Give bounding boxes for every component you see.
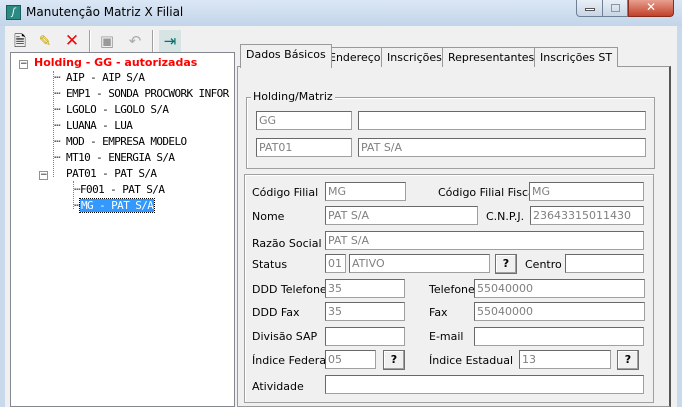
close-button[interactable]: ✕ (628, 0, 674, 17)
matriz-code-field[interactable]: PAT01 (256, 138, 352, 157)
tree-item[interactable]: PAT01 - PAT S/A (54, 167, 157, 180)
indice-estadual-field[interactable]: 13 (519, 350, 611, 369)
status-description-field[interactable]: ATIVO (349, 254, 490, 273)
collapse-icon[interactable]: − (39, 171, 48, 180)
telefone-field[interactable]: 55040000 (474, 279, 645, 298)
codigo-filial-fiscal-field[interactable]: MG (529, 182, 644, 201)
title-bar: ʃ Manutenção Matriz X Filial ✕ (0, 0, 682, 26)
exit-button[interactable]: ⇥ (159, 30, 181, 52)
holding-group-label: Holding/Matriz (251, 90, 335, 103)
tree-item[interactable]: ┄ AIP - AIP S/A (54, 71, 145, 84)
maximize-button[interactable] (602, 0, 628, 17)
undo-button[interactable]: ↶ (124, 30, 146, 52)
nome-field[interactable]: PAT S/A (325, 206, 478, 225)
email-label: E-mail (429, 330, 464, 343)
ddd-telefone-field[interactable]: 35 (325, 279, 405, 298)
tree-item[interactable]: ┄F001 - PAT S/A (74, 183, 165, 196)
tab-endereco[interactable]: Endereço (323, 47, 387, 67)
indice-estadual-label: Índice Estadual (429, 354, 514, 367)
tree-item[interactable]: ┄ LGOLO - LGOLO S/A (54, 103, 169, 116)
collapse-icon[interactable]: − (19, 60, 28, 69)
tree-root[interactable]: Holding - GG - autorizadas (34, 56, 197, 69)
holding-name-field[interactable] (358, 111, 646, 130)
new-button[interactable]: 🗎 (9, 30, 31, 52)
tree-item[interactable]: ┄ MT10 - ENERGIA S/A (54, 151, 175, 164)
divisao-sap-field[interactable] (325, 327, 405, 346)
tree-item-selected[interactable]: MG - PAT S/A (79, 198, 156, 213)
fax-label: Fax (429, 306, 448, 319)
centro-field[interactable] (565, 254, 644, 273)
ddd-fax-label: DDD Fax (252, 306, 300, 319)
indice-federal-label: Índice Federal (252, 354, 330, 367)
razao-social-label: Razão Social (252, 237, 322, 250)
tab-inscricoes-st[interactable]: Inscrições ST (534, 47, 619, 67)
matriz-name-field[interactable]: PAT S/A (358, 138, 646, 157)
fax-field[interactable]: 55040000 (474, 302, 645, 321)
codigo-filial-field[interactable]: MG (325, 182, 406, 201)
indice-federal-lookup-button[interactable]: ? (383, 350, 405, 370)
save-button[interactable]: ▣ (96, 30, 118, 52)
codigo-filial-fiscal-label: Código Filial Fiscal (438, 186, 538, 199)
tree-item[interactable]: ┄ LUANA - LUA (54, 119, 133, 132)
undo-icon: ↶ (128, 32, 142, 50)
company-tree[interactable]: − Holding - GG - autorizadas ┄ AIP - AIP… (10, 52, 235, 407)
razao-social-field[interactable]: PAT S/A (325, 231, 644, 250)
save-disk-icon: ▣ (99, 32, 115, 50)
new-document-icon: 🗎 (13, 32, 27, 50)
atividade-label: Atividade (252, 380, 304, 393)
toolbar-separator (89, 30, 91, 52)
telefone-label: Telefone (429, 283, 475, 296)
indice-federal-field[interactable]: 05 (325, 350, 376, 369)
exit-door-icon: ⇥ (163, 32, 177, 50)
status-lookup-button[interactable]: ? (495, 254, 517, 274)
email-field[interactable] (474, 327, 644, 346)
tab-representantes[interactable]: Representantes (442, 47, 541, 67)
edit-button[interactable]: ✎ (34, 30, 56, 52)
cnpj-label: C.N.P.J. (486, 210, 525, 223)
atividade-field[interactable] (325, 375, 644, 394)
status-label: Status (252, 258, 288, 271)
ddd-fax-field[interactable]: 35 (325, 302, 405, 321)
tree-item[interactable]: ┄ MOD - EMPRESA MODELO (54, 135, 187, 148)
toolbar-separator (152, 30, 154, 52)
close-icon: ✕ (645, 0, 657, 14)
ddd-telefone-label: DDD Telefone (252, 283, 327, 296)
delete-button[interactable]: ✕ (61, 30, 83, 52)
nome-label: Nome (252, 210, 285, 223)
cnpj-field[interactable]: 23643315011430 (530, 206, 644, 225)
status-code-field[interactable]: 01 (325, 254, 346, 273)
indice-estadual-lookup-button[interactable]: ? (617, 350, 639, 370)
divisao-sap-label: Divisão SAP (252, 330, 318, 343)
tab-dados-basicos[interactable]: Dados Básicos (240, 44, 332, 68)
holding-group (246, 97, 655, 169)
minimize-button[interactable] (576, 0, 603, 17)
codigo-filial-label: Código Filial (252, 186, 319, 199)
tree-item[interactable]: ┄ EMP1 - SONDA PROCWORK INFOR (54, 87, 229, 100)
app-icon: ʃ (6, 5, 21, 20)
delete-x-icon: ✕ (64, 31, 80, 51)
edit-icon: ✎ (38, 32, 52, 50)
holding-code-field[interactable]: GG (256, 111, 352, 130)
tree-item[interactable]: ┄MG - PAT S/A (74, 198, 156, 213)
window-title: Manutenção Matriz X Filial (26, 5, 184, 19)
centro-label: Centro (525, 258, 562, 271)
tab-inscricoes[interactable]: Inscrições (381, 47, 448, 67)
